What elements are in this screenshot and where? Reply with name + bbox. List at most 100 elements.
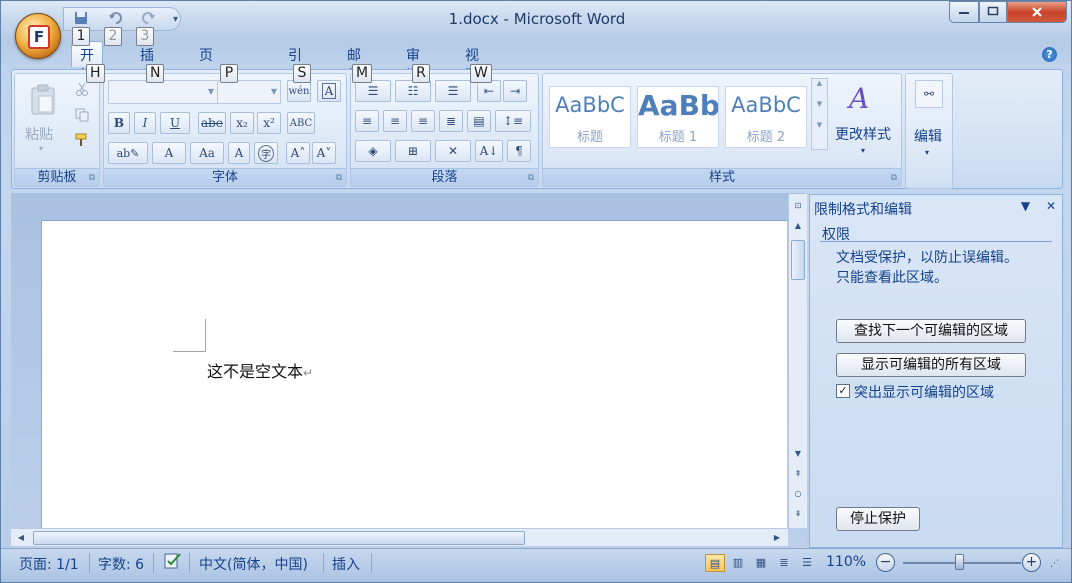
- outline-view-icon[interactable]: ≣: [774, 554, 794, 572]
- maximize-button[interactable]: [979, 1, 1007, 23]
- document-text[interactable]: 这不是空文本↵: [207, 358, 313, 382]
- align-left-button[interactable]: ≡: [355, 110, 379, 132]
- customize-dropdown-icon[interactable]: ▾: [173, 14, 178, 25]
- styles-launcher-icon[interactable]: ⧉: [891, 173, 897, 183]
- show-all-regions-button[interactable]: 显示可编辑的所有区域: [836, 353, 1026, 377]
- paste-button[interactable]: 粘贴 ▾: [23, 80, 63, 160]
- font-launcher-icon[interactable]: ⧉: [336, 173, 342, 183]
- stop-protection-button[interactable]: 停止保护: [836, 507, 920, 531]
- find-next-region-button[interactable]: 查找下一个可编辑的区域: [836, 319, 1026, 343]
- increase-indent-button[interactable]: ⇥: [503, 80, 527, 102]
- line-spacing-button[interactable]: ↕≡: [495, 110, 531, 132]
- zoom-in-icon[interactable]: +: [1022, 553, 1041, 572]
- zoom-level[interactable]: 110%: [826, 554, 866, 570]
- word-window: 1.docx - Microsoft Word F ▾ 1 2 3 开 插 页 …: [0, 0, 1072, 583]
- character-shading-button[interactable]: A: [228, 142, 250, 164]
- vertical-scroll-thumb[interactable]: [791, 240, 805, 280]
- scroll-right-icon[interactable]: ▶: [769, 530, 785, 546]
- distributed-button[interactable]: ▤: [467, 110, 491, 132]
- chinese-layout-button[interactable]: ✕: [435, 140, 471, 162]
- style-item-heading2[interactable]: AaBbC 标题 2: [725, 86, 807, 148]
- justify-button[interactable]: ≣: [439, 110, 463, 132]
- full-screen-reading-view-icon[interactable]: ▥: [728, 554, 748, 572]
- resize-grip-icon[interactable]: ⋰: [1050, 559, 1059, 569]
- paragraph-group-label: 段落: [351, 168, 538, 186]
- help-icon[interactable]: ?: [1042, 47, 1057, 62]
- office-button-letter: F: [28, 25, 50, 49]
- bullets-button[interactable]: ☰: [355, 80, 391, 102]
- character-border-button[interactable]: A: [317, 80, 341, 102]
- clipboard-launcher-icon[interactable]: ⧉: [89, 173, 95, 183]
- web-layout-view-icon[interactable]: ▦: [751, 554, 771, 572]
- paragraph-launcher-icon[interactable]: ⧉: [528, 173, 534, 183]
- grow-font-button[interactable]: A˄: [286, 142, 310, 164]
- decrease-indent-button[interactable]: ⇤: [477, 80, 501, 102]
- borders-button[interactable]: ⊞: [395, 140, 431, 162]
- highlight-regions-checkbox[interactable]: ✓: [836, 384, 850, 398]
- styles-group: AaBbC 标题 AaBb 标题 1 AaBbC 标题 2 ▲ ▼ ▼ A 更改…: [542, 73, 902, 187]
- horizontal-scroll-thumb[interactable]: [33, 531, 525, 545]
- change-case-button[interactable]: Aa: [190, 142, 224, 164]
- section-divider: [820, 241, 1052, 242]
- shading-button[interactable]: ◈: [355, 140, 391, 162]
- font-name-combo[interactable]: ▼: [108, 80, 218, 104]
- phonetic-guide-button[interactable]: wén: [287, 80, 311, 102]
- proofing-icon[interactable]: [163, 552, 183, 574]
- zoom-out-icon[interactable]: −: [876, 553, 895, 572]
- enclose-characters-button[interactable]: 字: [254, 142, 278, 164]
- editing-button[interactable]: ⚯ 编辑 ▾: [908, 76, 950, 184]
- office-button[interactable]: F: [15, 13, 61, 59]
- document-page[interactable]: [41, 220, 787, 530]
- show-hide-marks-button[interactable]: ¶: [507, 140, 531, 162]
- page-indicator[interactable]: 页面: 1/1: [19, 554, 79, 574]
- insert-mode-indicator[interactable]: 插入: [332, 554, 360, 574]
- font-color-button[interactable]: A: [152, 142, 186, 164]
- zoom-slider-thumb[interactable]: [955, 554, 964, 570]
- next-page-icon[interactable]: ⇟: [790, 506, 806, 522]
- format-painter-icon[interactable]: [75, 132, 91, 152]
- language-indicator[interactable]: 中文(简体，中国): [199, 554, 308, 574]
- shrink-font-button[interactable]: A˅: [312, 142, 336, 164]
- previous-page-icon[interactable]: ⇞: [790, 466, 806, 482]
- align-center-button[interactable]: ≡: [383, 110, 407, 132]
- paste-icon: [29, 84, 57, 120]
- style-item-title[interactable]: AaBbC 标题: [549, 86, 631, 148]
- close-button[interactable]: [1007, 1, 1067, 23]
- keytip-view: W: [470, 64, 492, 83]
- styles-gallery-scroll[interactable]: ▲ ▼ ▼: [811, 78, 828, 150]
- underline-button[interactable]: U: [160, 112, 190, 134]
- margin-corner-mark: [173, 351, 206, 352]
- font-name-dropdown-icon: ▼: [207, 87, 214, 96]
- pane-options-icon[interactable]: ▼: [1021, 199, 1030, 213]
- multilevel-list-button[interactable]: ☰: [435, 80, 471, 102]
- word-count[interactable]: 字数: 6: [98, 554, 144, 574]
- horizontal-scrollbar[interactable]: ◀ ▶: [11, 528, 788, 546]
- scroll-left-icon[interactable]: ◀: [13, 530, 29, 546]
- font-size-combo[interactable]: ▼: [217, 80, 281, 104]
- copy-icon[interactable]: [75, 108, 89, 126]
- subscript-button[interactable]: x₂: [230, 112, 254, 134]
- italic-button[interactable]: I: [134, 112, 156, 134]
- ribbon: 粘贴 ▾ 剪贴板 ⧉ ▼ ▼ wén A B I U abe x₂ x² ABC…: [11, 69, 1063, 189]
- ruler-toggle-icon[interactable]: ⊡: [790, 198, 806, 214]
- superscript-button[interactable]: x²: [257, 112, 281, 134]
- style-item-heading1[interactable]: AaBb 标题 1: [637, 86, 719, 148]
- bold-button[interactable]: B: [108, 112, 130, 134]
- clear-formatting-button[interactable]: ABC: [287, 112, 315, 134]
- minimize-button[interactable]: [949, 1, 979, 23]
- status-divider: [323, 553, 324, 573]
- scroll-down-icon[interactable]: ▼: [790, 446, 806, 462]
- print-layout-view-icon[interactable]: ▤: [705, 554, 725, 572]
- scroll-up-icon[interactable]: ▲: [790, 218, 806, 234]
- text-highlight-button[interactable]: ab✎: [108, 142, 148, 164]
- sort-button[interactable]: A↓: [475, 140, 503, 162]
- numbering-button[interactable]: ☷: [395, 80, 431, 102]
- pane-close-icon[interactable]: ✕: [1046, 199, 1056, 213]
- change-styles-button[interactable]: A 更改样式 ▾: [833, 78, 899, 166]
- select-browse-object-icon[interactable]: ○: [790, 486, 806, 502]
- align-right-button[interactable]: ≡: [411, 110, 435, 132]
- cut-icon[interactable]: [75, 82, 89, 100]
- strikethrough-button[interactable]: abe: [198, 112, 226, 134]
- draft-view-icon[interactable]: ☰: [797, 554, 817, 572]
- vertical-scrollbar[interactable]: ⊡ ▲ ▼ ⇞ ○ ⇟: [788, 194, 807, 528]
